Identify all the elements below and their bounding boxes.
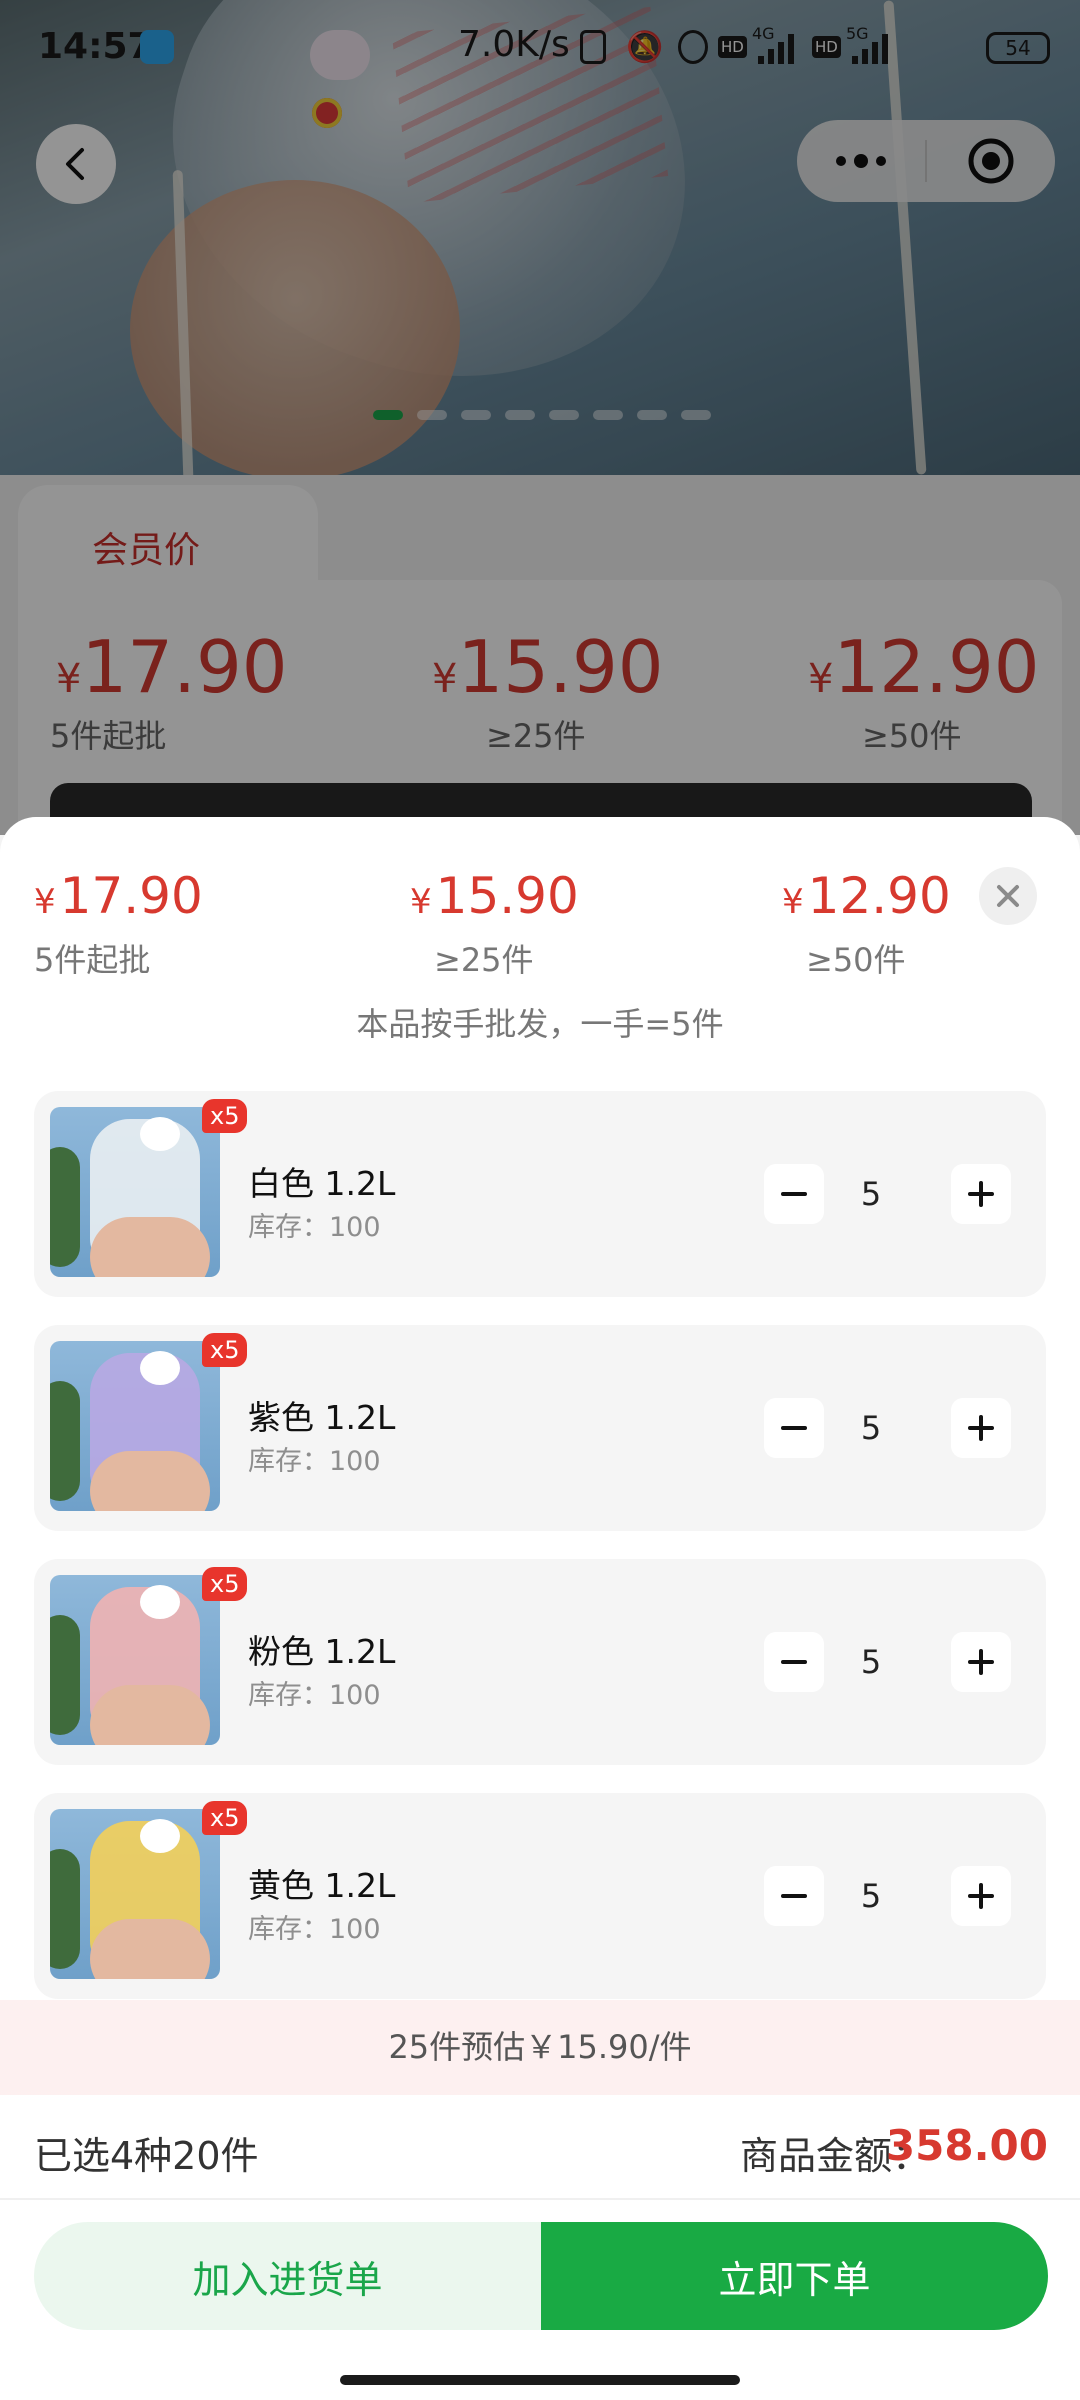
purchase-sheet: ¥17.90 5件起批 ¥15.90 ≥25件 ¥12.90 ≥50件 本品按手…: [0, 817, 1080, 2400]
price-tier: ¥17.90 5件起批: [34, 867, 203, 981]
close-icon: [997, 885, 1019, 907]
variant-row: x5 紫色 1.2L 库存：100 5: [34, 1325, 1046, 1531]
variant-row: x5 黄色 1.2L 库存：100 5: [34, 1793, 1046, 1999]
variant-row: x5 白色 1.2L 库存：100 5: [34, 1091, 1046, 1297]
variant-stock: 库存：100: [248, 1446, 381, 1477]
plus-icon: [968, 1181, 994, 1207]
modal-overlay[interactable]: [0, 0, 1080, 835]
variant-thumbnail[interactable]: [50, 1341, 220, 1511]
pack-badge: x5: [202, 1567, 248, 1601]
selected-summary: 已选4种20件: [34, 2134, 259, 2178]
home-indicator[interactable]: [340, 2375, 740, 2385]
amount-value: 358.00: [885, 2121, 1048, 2170]
quantity-value[interactable]: 5: [846, 1877, 896, 1915]
price-tier: ¥15.90 ≥25件: [410, 867, 579, 981]
decrease-button[interactable]: [764, 1632, 824, 1692]
add-to-cart-button[interactable]: 加入进货单: [34, 2222, 541, 2330]
minus-icon: [781, 1660, 807, 1664]
price-tier: ¥12.90 ≥50件: [782, 867, 951, 981]
variant-thumbnail[interactable]: [50, 1575, 220, 1745]
variant-row: x5 粉色 1.2L 库存：100 5: [34, 1559, 1046, 1765]
decrease-button[interactable]: [764, 1398, 824, 1458]
tier-price: ¥12.90: [782, 867, 951, 925]
plus-icon: [968, 1649, 994, 1675]
tier-note: ≥25件: [434, 941, 534, 979]
variant-thumbnail[interactable]: [50, 1809, 220, 1979]
increase-button[interactable]: [951, 1632, 1011, 1692]
variant-name: 粉色 1.2L: [248, 1632, 396, 1671]
variant-stock: 库存：100: [248, 1212, 381, 1243]
decrease-button[interactable]: [764, 1866, 824, 1926]
decrease-button[interactable]: [764, 1164, 824, 1224]
pack-badge: x5: [202, 1801, 248, 1835]
increase-button[interactable]: [951, 1164, 1011, 1224]
plus-icon: [968, 1883, 994, 1909]
close-button[interactable]: [979, 867, 1037, 925]
price-estimate-bar: 25件预估￥15.90/件: [0, 2000, 1080, 2095]
variant-stock: 库存：100: [248, 1914, 381, 1945]
tier-note: 5件起批: [34, 941, 151, 979]
variant-name: 紫色 1.2L: [248, 1398, 396, 1437]
quantity-value[interactable]: 5: [846, 1643, 896, 1681]
variant-stock: 库存：100: [248, 1680, 381, 1711]
quantity-value[interactable]: 5: [846, 1409, 896, 1447]
buy-now-button[interactable]: 立即下单: [541, 2222, 1048, 2330]
minus-icon: [781, 1426, 807, 1430]
pack-badge: x5: [202, 1333, 248, 1367]
variant-name: 黄色 1.2L: [248, 1866, 396, 1905]
minus-icon: [781, 1894, 807, 1898]
tier-note: ≥50件: [806, 941, 906, 979]
order-summary: 已选4种20件 商品金额： 358.00: [0, 2095, 1080, 2200]
minus-icon: [781, 1192, 807, 1196]
increase-button[interactable]: [951, 1398, 1011, 1458]
variant-thumbnail[interactable]: [50, 1107, 220, 1277]
variant-name: 白色 1.2L: [248, 1164, 396, 1203]
increase-button[interactable]: [951, 1866, 1011, 1926]
action-buttons: 加入进货单 立即下单: [34, 2222, 1048, 2330]
wholesale-hand-note: 本品按手批发，一手=5件: [356, 1005, 724, 1043]
tier-price: ¥17.90: [34, 867, 203, 925]
plus-icon: [968, 1415, 994, 1441]
tier-price: ¥15.90: [410, 867, 579, 925]
pack-badge: x5: [202, 1099, 248, 1133]
quantity-value[interactable]: 5: [846, 1175, 896, 1213]
